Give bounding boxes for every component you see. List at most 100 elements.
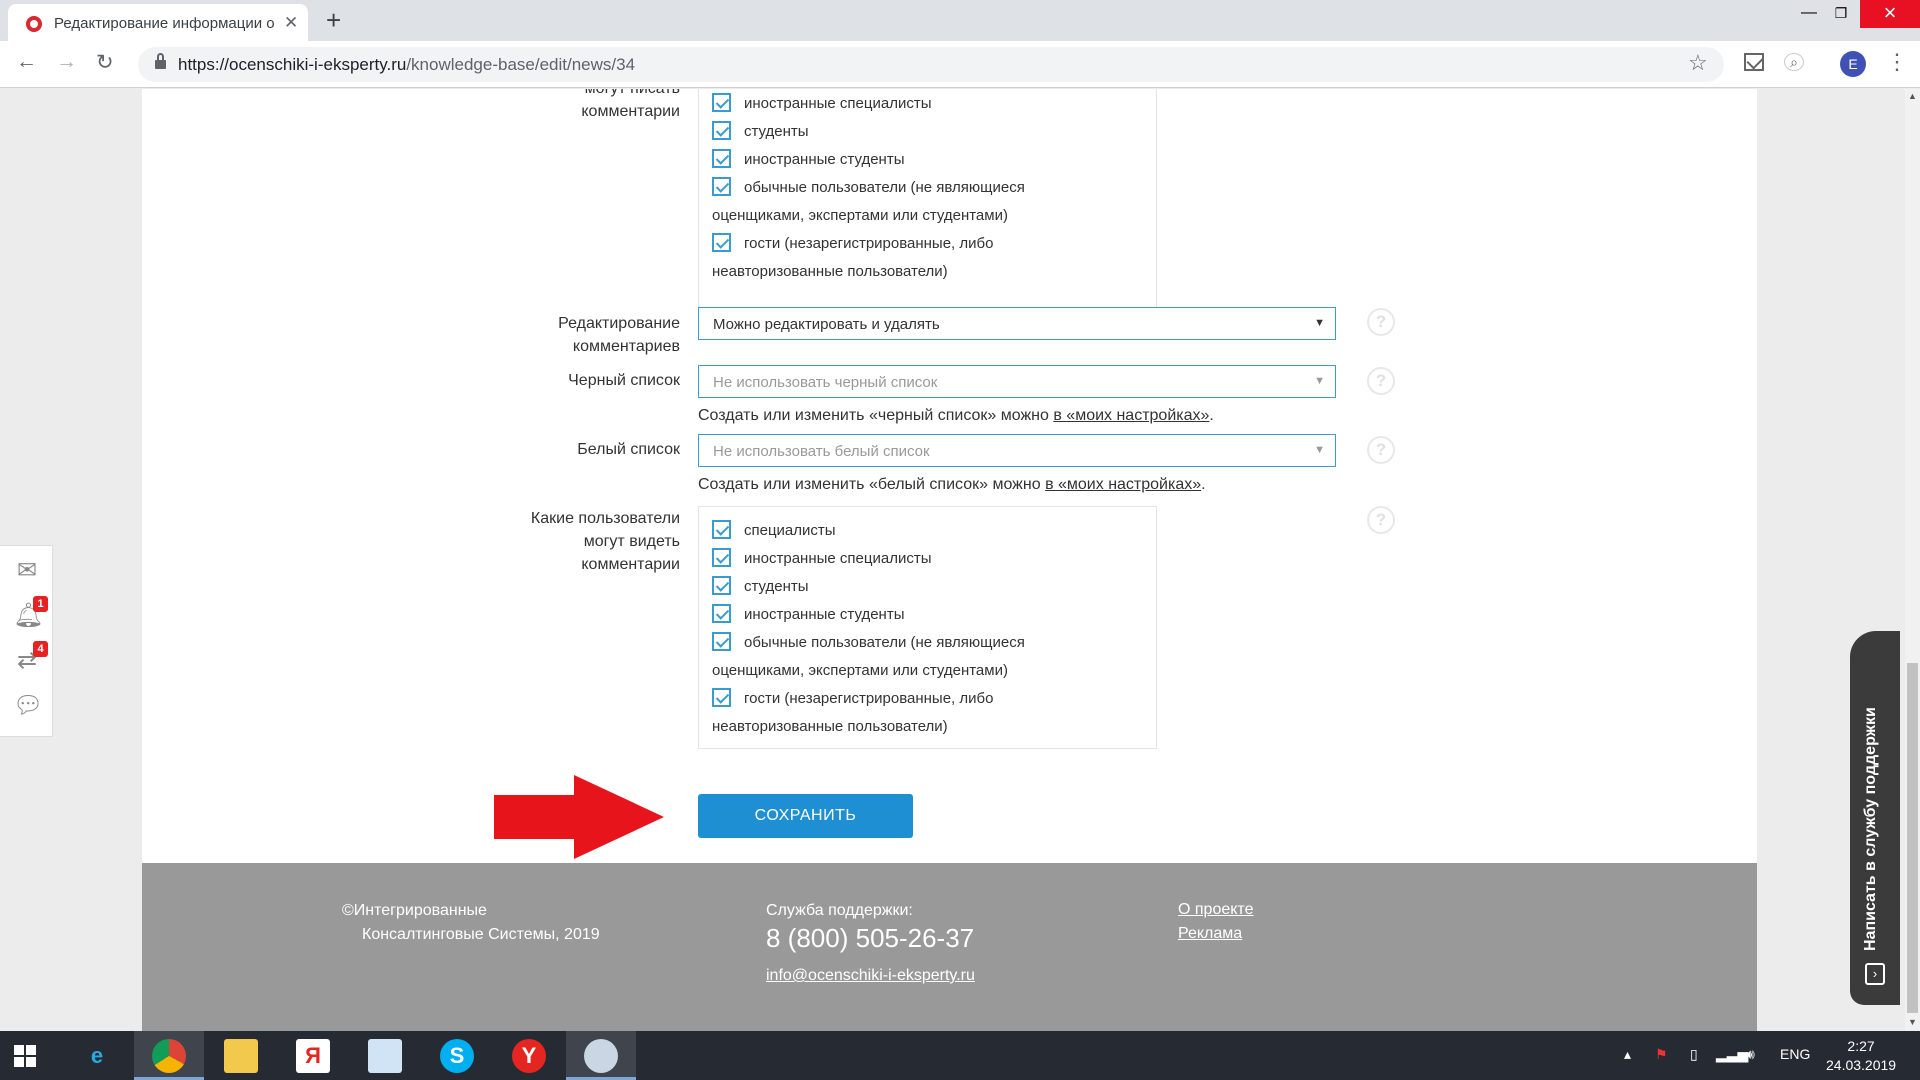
scrollbar-thumb[interactable] bbox=[1907, 663, 1918, 1013]
checkbox-view-foreign-specialists[interactable]: иностранные специалисты bbox=[712, 547, 931, 570]
checkbox-view-regular-users[interactable]: обычные пользователи (не являющиеся bbox=[712, 631, 1025, 654]
internet-explorer-taskbar-icon[interactable]: e bbox=[62, 1031, 132, 1080]
checkbox-write-foreign-specialists[interactable]: иностранные специалисты bbox=[712, 92, 931, 115]
checkbox-write-students[interactable]: студенты bbox=[712, 120, 809, 143]
checkbox-checked-icon[interactable] bbox=[712, 520, 731, 539]
footer-about-link[interactable]: О проекте bbox=[1178, 901, 1253, 919]
tab-close-icon[interactable]: ✕ bbox=[284, 13, 298, 33]
checkbox-view-foreign-students[interactable]: иностранные студенты bbox=[712, 603, 905, 626]
my-settings-link[interactable]: в «моих настройках» bbox=[1045, 476, 1201, 493]
chrome-taskbar-icon[interactable] bbox=[134, 1031, 204, 1080]
edit-comments-label: Редактирование комментариев bbox=[558, 315, 680, 355]
save-button[interactable]: СОХРАНИТЬ bbox=[698, 794, 913, 838]
bookmark-star-icon[interactable]: ☆ bbox=[1688, 50, 1708, 76]
blacklist-label: Черный список bbox=[568, 372, 680, 389]
site-favicon-icon bbox=[26, 16, 42, 32]
checkbox-checked-icon[interactable] bbox=[712, 604, 731, 623]
help-icon[interactable]: ? bbox=[1367, 308, 1395, 336]
tab-title: Редактирование информации о bbox=[54, 15, 275, 32]
my-settings-link[interactable]: в «моих настройках» bbox=[1053, 407, 1209, 424]
site-footer: ©Интегрированные Консалтинговые Системы,… bbox=[142, 863, 1757, 1031]
footer-phone[interactable]: 8 (800) 505-26-37 bbox=[766, 923, 974, 954]
support-tab-label: Написать в службу поддержки bbox=[1862, 707, 1879, 951]
tray-flag-icon[interactable]: ⚑ bbox=[1655, 1046, 1668, 1063]
tray-network-icon[interactable]: ▂▃▅ bbox=[1716, 1046, 1748, 1063]
red-arrow-annotation bbox=[494, 775, 664, 859]
exchange-badge: 4 bbox=[33, 641, 48, 657]
checkbox-view-specialists[interactable]: специалисты bbox=[712, 519, 836, 542]
paint-taskbar-icon[interactable] bbox=[566, 1031, 636, 1080]
footer-ads-link[interactable]: Реклама bbox=[1178, 925, 1242, 943]
forward-button[interactable]: → bbox=[56, 50, 77, 74]
edit-form-area: могут писать комментарии иностранные спе… bbox=[142, 89, 1757, 863]
write-comments-label: могут писать комментарии bbox=[581, 89, 680, 120]
windows-taskbar: e Я S Y ▴ ⚑ ▯ ▂▃▅ 🔊︎ ENG 2:27 24.03.2019 bbox=[0, 1031, 1920, 1080]
checkbox-checked-icon[interactable] bbox=[712, 177, 731, 196]
checkbox-checked-icon[interactable] bbox=[712, 233, 731, 252]
checkbox-write-guests[interactable]: гости (незарегистрированные, либо bbox=[712, 232, 993, 255]
help-icon[interactable]: ? bbox=[1367, 436, 1395, 464]
file-explorer-taskbar-icon[interactable] bbox=[206, 1031, 276, 1080]
lock-icon[interactable] bbox=[155, 53, 166, 69]
yandex-taskbar-icon[interactable]: Y bbox=[494, 1031, 564, 1080]
address-bar[interactable]: https://ocenschiki-i-eksperty.ru/knowled… bbox=[138, 47, 1724, 82]
checkbox-checked-icon[interactable] bbox=[712, 548, 731, 567]
footer-copyright: ©Интегрированные Консалтинговые Системы,… bbox=[342, 902, 600, 943]
new-tab-button[interactable]: + bbox=[326, 5, 341, 36]
windows-start-icon[interactable] bbox=[14, 1045, 36, 1067]
notification-badge: 1 bbox=[33, 596, 48, 612]
browser-menu-icon[interactable]: ⋮ bbox=[1886, 49, 1908, 75]
vertical-scrollbar[interactable]: ▲ ▼ bbox=[1905, 89, 1920, 1031]
checkbox-checked-icon[interactable] bbox=[712, 688, 731, 707]
help-icon[interactable]: ? bbox=[1367, 506, 1395, 534]
footer-email-link[interactable]: info@ocenschiki-i-eksperty.ru bbox=[766, 967, 975, 985]
view-comments-label: Какие пользователи могут видеть коммента… bbox=[530, 510, 680, 573]
profile-avatar[interactable]: E bbox=[1840, 51, 1866, 77]
checkbox-label-continuation: неавторизованные пользователи) bbox=[712, 263, 948, 280]
whitelist-label: Белый список bbox=[577, 441, 680, 458]
taskbar-clock[interactable]: 2:27 24.03.2019 bbox=[1826, 1037, 1896, 1075]
window-close-button[interactable]: × bbox=[1860, 0, 1920, 28]
whitelist-select[interactable]: Не использовать белый список ▼ bbox=[698, 434, 1336, 467]
dropdown-arrow-icon: ▼ bbox=[1314, 375, 1325, 387]
view-comments-options bbox=[698, 506, 1157, 749]
checkbox-write-foreign-students[interactable]: иностранные студенты bbox=[712, 148, 905, 171]
edit-comments-select[interactable]: Можно редактировать и удалять ▼ bbox=[698, 307, 1336, 340]
quick-access-sidebar: ✉ 🔔︎ 1 ⇄ 4 💬︎ bbox=[0, 545, 53, 737]
checkbox-checked-icon[interactable] bbox=[712, 632, 731, 651]
url-text[interactable]: https://ocenschiki-i-eksperty.ru/knowled… bbox=[178, 55, 635, 75]
blacklist-select[interactable]: Не использовать черный список ▼ bbox=[698, 365, 1336, 398]
browser-toolbar: ← → ↻ https://ocenschiki-i-eksperty.ru/k… bbox=[0, 41, 1920, 88]
chat-bubbles-icon[interactable]: 💬︎ bbox=[13, 694, 43, 718]
checkbox-checked-icon[interactable] bbox=[712, 93, 731, 112]
dropdown-arrow-icon: ▼ bbox=[1314, 317, 1325, 329]
skype-taskbar-icon[interactable]: S bbox=[422, 1031, 492, 1080]
tray-phone-icon[interactable]: ▯ bbox=[1690, 1046, 1698, 1063]
checkbox-label-continuation: оценщиками, экспертами или студентами) bbox=[712, 207, 1008, 224]
checkbox-view-guests[interactable]: гости (незарегистрированные, либо bbox=[712, 687, 993, 710]
back-button[interactable]: ← bbox=[16, 50, 37, 74]
support-tab-button[interactable]: Написать в службу поддержки › bbox=[1850, 631, 1900, 1005]
checkbox-view-students[interactable]: студенты bbox=[712, 575, 809, 598]
checkbox-checked-icon[interactable] bbox=[712, 576, 731, 595]
checkbox-checked-icon[interactable] bbox=[712, 149, 731, 168]
scroll-up-arrow-icon[interactable]: ▲ bbox=[1908, 91, 1917, 101]
checkbox-write-regular-users[interactable]: обычные пользователи (не являющиеся bbox=[712, 176, 1025, 199]
tray-language[interactable]: ENG bbox=[1780, 1046, 1810, 1062]
search-extension-icon[interactable]: ⌕ bbox=[1784, 53, 1804, 71]
chevron-right-icon: › bbox=[1865, 963, 1885, 985]
reload-button[interactable]: ↻ bbox=[96, 50, 114, 75]
tray-volume-icon[interactable]: 🔊︎ bbox=[1746, 1046, 1755, 1063]
envelope-icon[interactable]: ✉ bbox=[13, 559, 41, 583]
checkbox-label-continuation: неавторизованные пользователи) bbox=[712, 718, 948, 735]
help-icon[interactable]: ? bbox=[1367, 367, 1395, 395]
app-taskbar-icon[interactable] bbox=[350, 1031, 420, 1080]
scroll-down-arrow-icon[interactable]: ▼ bbox=[1908, 1017, 1917, 1027]
browser-tab[interactable]: Редактирование информации о ✕ bbox=[8, 4, 308, 41]
yandex-browser-taskbar-icon[interactable]: Я bbox=[278, 1031, 348, 1080]
browser-tab-strip: Редактирование информации о ✕ + — ❐ × bbox=[0, 0, 1920, 41]
mail-extension-icon[interactable] bbox=[1744, 53, 1764, 71]
whitelist-hint: Создать или изменить «белый список» можн… bbox=[698, 476, 1206, 493]
tray-expand-icon[interactable]: ▴ bbox=[1624, 1046, 1631, 1063]
checkbox-checked-icon[interactable] bbox=[712, 121, 731, 140]
